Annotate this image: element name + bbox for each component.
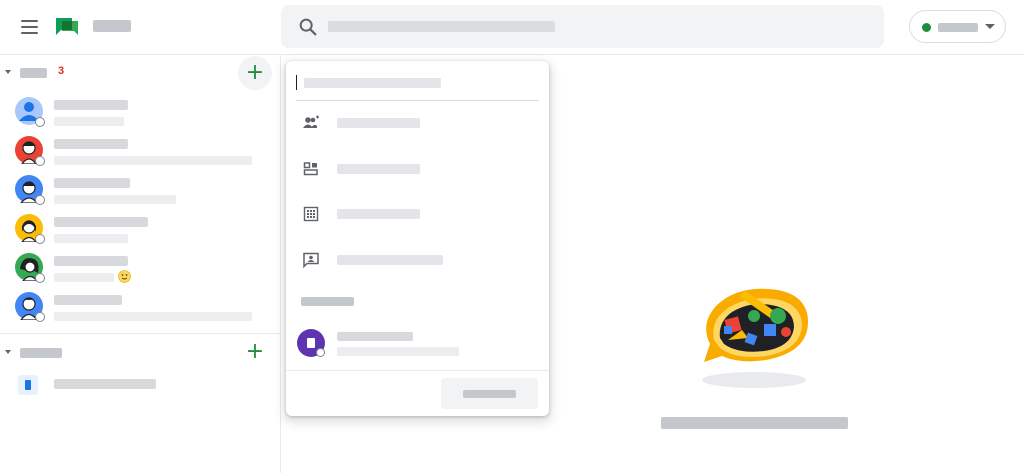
option-label: [337, 164, 420, 174]
dm-snippet: [54, 312, 252, 321]
app-name: [93, 20, 131, 32]
chat-logo-icon: [56, 18, 78, 35]
dm-list-item[interactable]: [0, 213, 281, 252]
popup-footer-divider: [286, 370, 549, 371]
browse-spaces-icon: [303, 206, 319, 222]
create-space-icon: [303, 162, 318, 176]
room-list-item[interactable]: [0, 368, 281, 407]
avatar: [15, 97, 45, 127]
rooms-section-label: [20, 348, 62, 358]
status-active-dot: [922, 23, 931, 32]
room-icon: [307, 338, 315, 348]
dm-snippet: [54, 195, 176, 204]
option-message-requests[interactable]: [286, 241, 549, 281]
search-placeholder: [328, 21, 555, 32]
status-dropdown[interactable]: [909, 10, 1006, 43]
avatar: [15, 253, 45, 283]
section-divider: [0, 333, 281, 334]
dm-list-item[interactable]: [0, 291, 281, 330]
dm-snippet: [54, 273, 114, 282]
dm-list-item[interactable]: [0, 135, 281, 174]
dm-name: [54, 178, 130, 188]
text-caret: [296, 75, 297, 90]
avatar: [15, 175, 45, 205]
plus-icon: +: [245, 60, 265, 85]
dm-name: [54, 295, 122, 305]
start-chat-button[interactable]: +: [238, 56, 272, 90]
option-browse-spaces[interactable]: [286, 195, 549, 235]
input-placeholder: [304, 78, 441, 88]
room-name: [54, 379, 156, 389]
dm-snippet: [54, 156, 252, 165]
dm-list-item[interactable]: [0, 96, 281, 135]
dm-list-item[interactable]: [0, 252, 281, 291]
dm-snippet: [54, 234, 128, 243]
plus-icon: +: [245, 339, 265, 364]
message-requests-icon: [303, 252, 319, 269]
dm-name: [54, 256, 128, 266]
presence-indicator: [35, 234, 45, 244]
collapse-caret-icon[interactable]: [5, 350, 11, 354]
search-bar[interactable]: [281, 5, 884, 48]
unread-count-badge: 3: [58, 65, 65, 77]
dm-name: [54, 217, 148, 227]
empty-state-chat-illustration: [702, 288, 808, 388]
search-icon[interactable]: [297, 16, 319, 38]
option-label: [337, 118, 420, 128]
create-room-button[interactable]: +: [238, 335, 272, 369]
top-bar: [0, 0, 1024, 55]
presence-indicator: [35, 117, 45, 127]
emoji-smile-icon: [118, 270, 131, 283]
option-label: [337, 209, 420, 219]
presence-indicator: [35, 312, 45, 322]
presence-indicator: [35, 273, 45, 283]
collapse-caret-icon[interactable]: [5, 70, 11, 74]
presence-indicator: [35, 156, 45, 166]
option-label: [337, 255, 443, 265]
start-chat-confirm-button[interactable]: [441, 378, 538, 409]
new-chat-popup: [286, 61, 549, 416]
group-add-icon: [303, 115, 319, 128]
dm-name: [54, 100, 128, 110]
room-avatar: [297, 329, 325, 357]
room-icon: [18, 375, 38, 395]
status-label: [938, 23, 978, 32]
hamburger-menu-icon[interactable]: [14, 12, 44, 42]
button-label: [463, 390, 516, 398]
dm-snippet: [54, 117, 124, 126]
suggestions-section-label: [301, 297, 354, 306]
suggestion-name: [337, 332, 413, 341]
avatar: [15, 214, 45, 244]
presence-indicator: [35, 195, 45, 205]
dm-list-item[interactable]: [0, 174, 281, 213]
presence-indicator: [316, 348, 325, 357]
chevron-down-icon: [985, 24, 995, 29]
suggestion-detail: [337, 347, 459, 356]
chat-section-label: [20, 68, 47, 78]
option-group-conversation[interactable]: [286, 104, 549, 144]
people-search-input[interactable]: [296, 71, 539, 101]
avatar: [15, 292, 45, 322]
avatar: [15, 136, 45, 166]
sidebar: 3 + +: [0, 55, 281, 473]
option-create-space[interactable]: [286, 150, 549, 190]
empty-state-text: [661, 417, 848, 429]
dm-name: [54, 139, 128, 149]
